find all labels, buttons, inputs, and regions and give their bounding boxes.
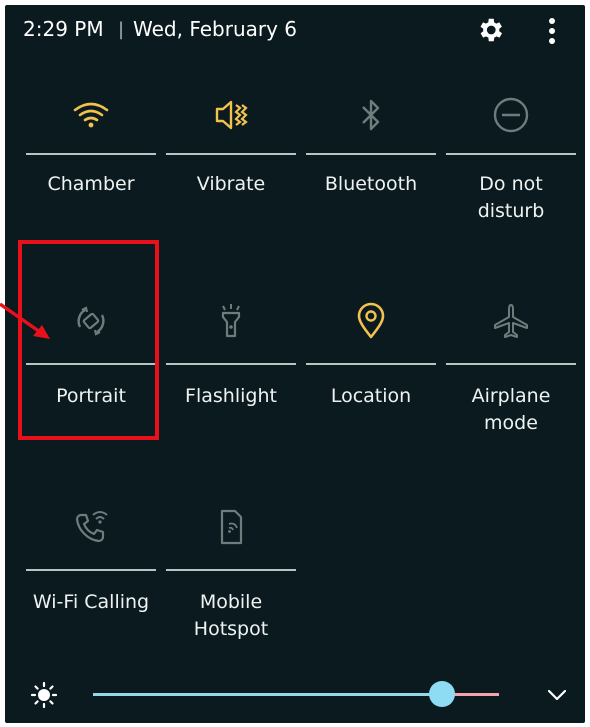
tile-label-bluetooth: Bluetooth: [324, 173, 418, 195]
do-not-disturb-icon: [493, 97, 529, 133]
tile-divider: [26, 153, 156, 155]
clock-time: 2:29 PM: [23, 17, 104, 41]
tile-divider: [166, 153, 296, 155]
annotation-arrow-icon: [0, 302, 50, 339]
tile-label-flashlight: Flashlight: [185, 385, 277, 407]
tile-divider: [306, 363, 436, 365]
tile-divider: [446, 153, 576, 155]
airplane-icon: [494, 304, 528, 338]
tile-location[interactable]: Location: [306, 301, 436, 471]
tile-label-mobile-hotspot: Mobile Hotspot: [193, 591, 269, 640]
more-vert-icon[interactable]: [542, 13, 562, 49]
bluetooth-icon: [362, 99, 380, 131]
location-icon: [357, 302, 385, 339]
tile-bluetooth[interactable]: Bluetooth: [306, 95, 436, 265]
tile-flashlight[interactable]: Flashlight: [166, 301, 296, 471]
mobile-hotspot-icon: [220, 509, 243, 545]
tile-label-do-not-disturb: Do not disturb: [477, 173, 545, 222]
tile-divider: [306, 153, 436, 155]
brightness-bar: [5, 665, 585, 723]
tile-vibrate[interactable]: Vibrate: [166, 95, 296, 265]
vibrate-icon: [215, 100, 248, 130]
chevron-down-icon[interactable]: [544, 682, 570, 708]
status-date: Wed, February 6: [133, 17, 298, 41]
wifi-icon: [73, 102, 109, 128]
tile-do-not-disturb[interactable]: Do not disturb: [446, 95, 576, 265]
tile-label-wifi-calling: Wi-Fi Calling: [32, 591, 150, 613]
gear-icon[interactable]: [475, 15, 505, 45]
flashlight-icon: [221, 304, 241, 338]
tile-wifi-calling[interactable]: Wi-Fi Calling: [26, 507, 156, 677]
tile-label-location: Location: [330, 385, 412, 407]
tile-label-wifi: Chamber: [47, 173, 135, 195]
tile-mobile-hotspot[interactable]: Mobile Hotspot: [166, 507, 296, 677]
wifi-calling-icon: [75, 511, 108, 543]
brightness-icon: [30, 681, 58, 709]
tile-divider: [26, 569, 156, 571]
tile-divider: [166, 363, 296, 365]
tile-label-vibrate: Vibrate: [196, 173, 266, 195]
brightness-slider-thumb[interactable]: [429, 681, 456, 707]
tile-divider: [446, 363, 576, 365]
tile-label-airplane: Airplane mode: [471, 385, 551, 434]
status-bar: 2:29 PM | Wed, February 6: [5, 5, 585, 55]
tile-airplane[interactable]: Airplane mode: [446, 301, 576, 471]
tile-divider: [166, 569, 296, 571]
brightness-track[interactable]: [93, 693, 443, 696]
status-separator: |: [118, 19, 125, 40]
